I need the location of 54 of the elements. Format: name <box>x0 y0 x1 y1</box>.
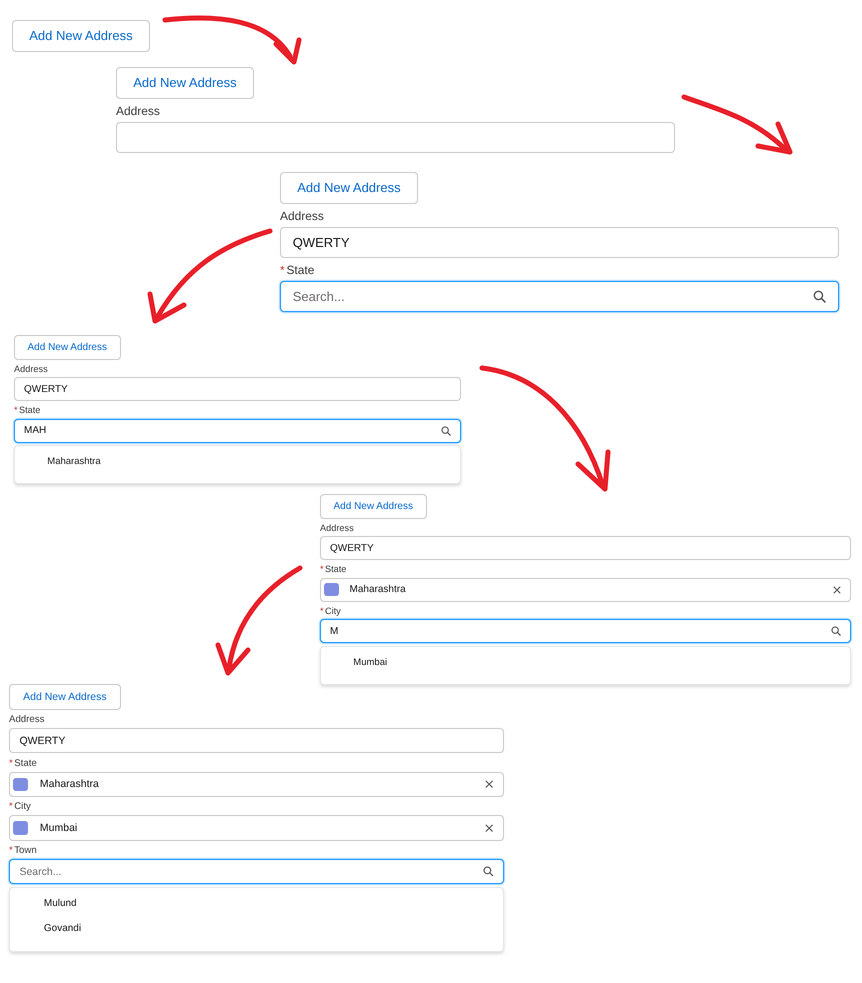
field-label: Address <box>14 364 48 376</box>
field-label: City <box>14 801 31 814</box>
search-field[interactable]: Search... <box>9 859 504 884</box>
selected-value: Maharashtra <box>40 778 100 790</box>
add-new-address-button[interactable]: Add New Address <box>12 20 150 52</box>
dropdown-option[interactable]: Mulund <box>10 892 503 918</box>
field-label: Address <box>280 209 324 225</box>
field-label: Town <box>14 844 37 858</box>
field-label: State <box>14 758 37 770</box>
required-marker: * <box>9 844 13 858</box>
required-marker: * <box>320 564 324 576</box>
search-field[interactable]: MAH <box>14 418 461 443</box>
add-new-address-button[interactable]: Add New Address <box>9 684 121 710</box>
field-label: Address <box>9 714 44 727</box>
search-icon <box>831 626 841 636</box>
field-label: Address <box>320 522 354 535</box>
required-marker: * <box>14 405 18 418</box>
field-label: State <box>18 405 40 418</box>
add-new-address-button[interactable]: Add New Address <box>14 335 120 360</box>
selected-value: Maharashtra <box>350 584 407 596</box>
record-icon <box>13 821 28 835</box>
search-icon <box>813 290 826 303</box>
selected-value: Mumbai <box>40 822 78 834</box>
search-field[interactable]: Search... <box>280 280 839 312</box>
field-label: City <box>324 606 341 618</box>
selected-lookup-field[interactable]: Mumbai <box>9 815 504 841</box>
text-field[interactable]: QWERTY <box>9 728 504 754</box>
required-marker: * <box>320 606 324 618</box>
text-field[interactable]: QWERTY <box>320 536 851 560</box>
selected-lookup-field[interactable]: Maharashtra <box>320 578 851 602</box>
add-new-address-button[interactable]: Add New Address <box>320 494 426 518</box>
record-icon <box>324 583 338 596</box>
text-field[interactable] <box>116 122 675 153</box>
field-label: Address <box>116 104 160 120</box>
field-label: State <box>324 564 346 576</box>
search-field[interactable]: M <box>320 619 851 644</box>
selected-lookup-field[interactable]: Maharashtra <box>9 772 504 797</box>
required-marker: * <box>9 758 13 770</box>
dropdown-option[interactable]: Mumbai <box>321 650 850 675</box>
field-label: State <box>286 263 314 279</box>
record-icon <box>13 778 28 792</box>
dropdown-option[interactable]: Maharashtra <box>15 450 460 474</box>
clear-icon[interactable] <box>833 586 841 594</box>
add-new-address-button[interactable]: Add New Address <box>116 67 254 99</box>
text-field[interactable]: QWERTY <box>280 226 839 258</box>
search-icon <box>441 426 451 436</box>
required-marker: * <box>9 801 13 814</box>
text-field[interactable]: QWERTY <box>14 377 461 402</box>
search-icon <box>483 866 494 877</box>
dropdown-option[interactable]: Govandi <box>10 917 503 942</box>
clear-icon[interactable] <box>485 780 494 789</box>
required-marker: * <box>280 263 285 279</box>
clear-icon[interactable] <box>485 824 494 832</box>
add-new-address-button[interactable]: Add New Address <box>280 172 418 204</box>
